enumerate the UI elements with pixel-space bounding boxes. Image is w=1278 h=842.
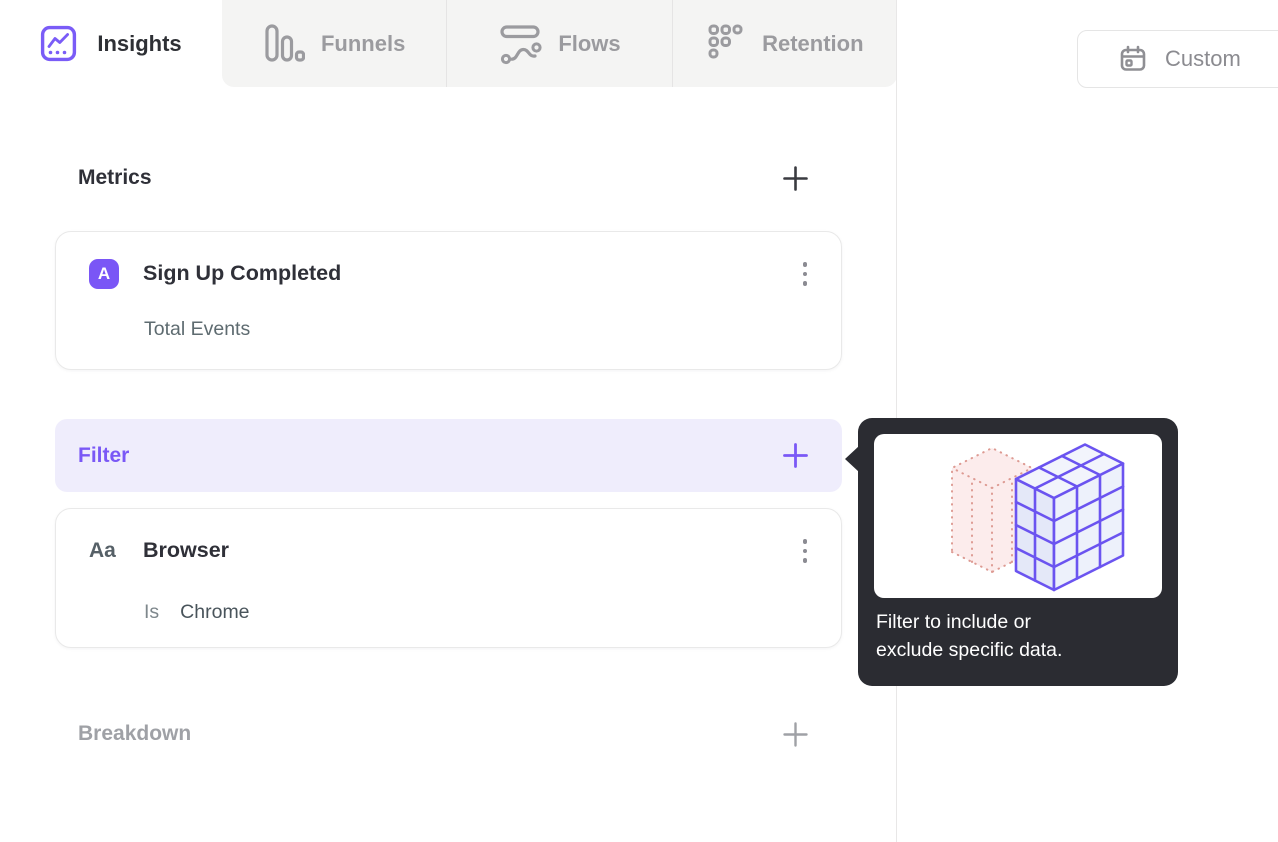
tab-retention-label: Retention [762,30,864,56]
breakdown-section-header: Breakdown [55,710,842,758]
report-type-tabs: Insights Funnels Flows Retention [0,0,897,87]
add-metric-button[interactable] [782,165,808,191]
metric-event-name: Sign Up Completed [143,261,342,286]
tab-flows-label: Flows [558,30,621,56]
tab-funnels-label: Funnels [320,30,406,56]
breakdown-heading: Breakdown [78,722,192,745]
filter-clause: Is Chrome [144,601,250,624]
add-filter-button[interactable] [782,443,808,469]
purple-grid-cube [1014,443,1125,592]
add-breakdown-button[interactable] [782,721,808,747]
inactive-tabs-group: Funnels Flows Retention [222,0,897,87]
plus-icon [782,165,808,191]
date-range-label: Custom [1165,46,1241,71]
insights-chart-icon [40,25,77,62]
tab-insights[interactable]: Insights [0,0,222,87]
filter-value[interactable]: Chrome [180,601,249,624]
filter-card-header: Aa Browser [89,535,811,567]
tab-funnels[interactable]: Funnels [222,0,446,87]
filter-operator[interactable]: Is [144,601,159,624]
metric-card-header: A Sign Up Completed [89,258,811,290]
plus-icon [782,443,808,468]
tooltip-text: Filter to include or exclude specific da… [876,611,1063,661]
metric-measurement[interactable]: Total Events [144,318,250,341]
funnels-bars-icon [263,22,305,66]
filter-cube-illustration [874,434,1162,598]
filter-card[interactable]: Aa Browser Is Chrome [55,508,842,648]
tab-retention[interactable]: Retention [671,0,897,87]
filter-heading: Filter [78,443,130,467]
filter-property-name: Browser [143,538,230,563]
tab-insights-label: Insights [97,30,182,56]
metrics-section-header: Metrics [55,156,842,200]
tooltip-arrow [845,446,859,472]
metrics-heading: Metrics [78,166,152,189]
series-letter-badge: A [89,258,119,289]
metric-card[interactable]: A Sign Up Completed Total Events [55,231,842,370]
plus-icon [782,721,808,747]
metric-kebab-menu-icon[interactable] [799,258,812,290]
filter-kebab-menu-icon[interactable] [799,535,812,567]
retention-dots-icon [706,22,746,66]
date-range-custom-button[interactable]: Custom [1077,30,1278,88]
calendar-icon [1118,44,1148,74]
flows-wave-icon [498,23,542,65]
filter-section-header[interactable]: Filter [55,419,842,492]
string-property-type-icon: Aa [89,538,116,562]
tab-flows[interactable]: Flows [446,0,671,87]
filter-help-tooltip: Filter to include or exclude specific da… [845,418,1178,686]
